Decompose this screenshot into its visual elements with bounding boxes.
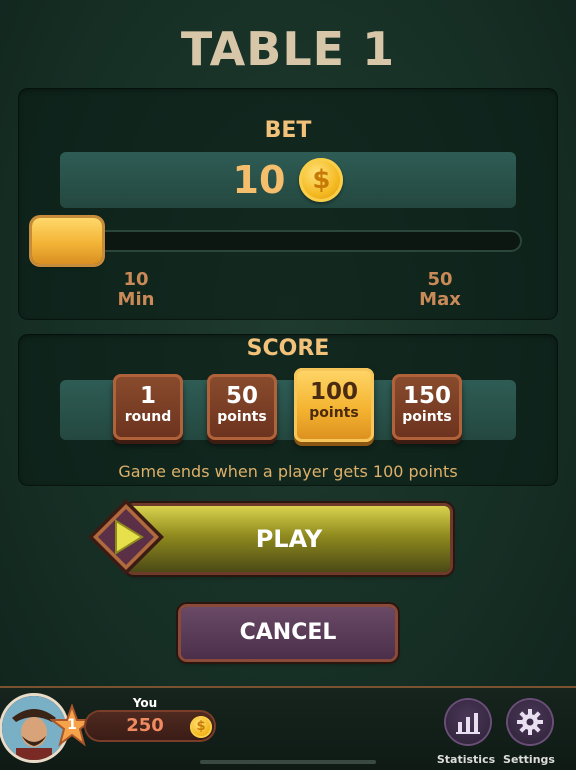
play-icon[interactable] bbox=[86, 497, 166, 577]
score-panel: SCORE 1 round 50 points 100 points 150 p… bbox=[18, 334, 558, 486]
score-option-150-points[interactable]: 150 points bbox=[392, 374, 462, 440]
bet-value: 10 bbox=[232, 158, 286, 202]
play-label: PLAY bbox=[255, 525, 323, 553]
slider-min-label: Min bbox=[117, 289, 155, 310]
option-unit: points bbox=[217, 409, 267, 425]
balance-coin-icon: $ bbox=[190, 716, 212, 738]
page-title: TABLE 1 bbox=[180, 22, 396, 76]
player-balance: 250 bbox=[126, 715, 164, 736]
player-name: You bbox=[132, 696, 158, 710]
play-button[interactable]: PLAY bbox=[128, 506, 450, 572]
score-option-100-points[interactable]: 100 points bbox=[294, 368, 374, 442]
slider-min-value: 10 bbox=[123, 269, 149, 290]
option-number: 1 bbox=[139, 383, 156, 409]
home-indicator bbox=[200, 760, 376, 764]
bet-slider-track[interactable] bbox=[32, 230, 522, 252]
option-number: 50 bbox=[225, 383, 258, 409]
bet-panel: BET 10 $ 10 Min 50 Max bbox=[18, 88, 558, 320]
option-unit: points bbox=[309, 405, 359, 421]
bet-slider-handle[interactable] bbox=[32, 218, 102, 264]
score-option-1-round[interactable]: 1 round bbox=[113, 374, 183, 440]
gear-icon bbox=[517, 709, 543, 735]
bet-display: 10 $ bbox=[60, 152, 516, 208]
score-note: Game ends when a player gets 100 points bbox=[118, 462, 458, 481]
option-unit: points bbox=[402, 409, 452, 425]
slider-min: 10 Min bbox=[106, 270, 166, 310]
option-unit: round bbox=[124, 409, 172, 425]
settings-button[interactable] bbox=[508, 700, 552, 744]
bar-chart-icon bbox=[456, 713, 480, 734]
score-label: SCORE bbox=[246, 336, 330, 361]
statistics-button[interactable] bbox=[446, 700, 490, 744]
slider-max-value: 50 bbox=[427, 269, 453, 290]
settings-label: Settings bbox=[503, 753, 555, 766]
option-number: 100 bbox=[309, 379, 358, 405]
slider-max: 50 Max bbox=[410, 270, 470, 310]
player-level: 1 bbox=[67, 717, 77, 733]
score-option-50-points[interactable]: 50 points bbox=[207, 374, 277, 440]
cancel-button[interactable]: CANCEL bbox=[181, 607, 395, 659]
coin-icon: $ bbox=[299, 158, 344, 202]
option-number: 150 bbox=[402, 383, 451, 409]
bet-label: BET bbox=[264, 118, 312, 143]
statistics-label: Statistics bbox=[436, 753, 496, 766]
slider-max-label: Max bbox=[419, 289, 461, 310]
